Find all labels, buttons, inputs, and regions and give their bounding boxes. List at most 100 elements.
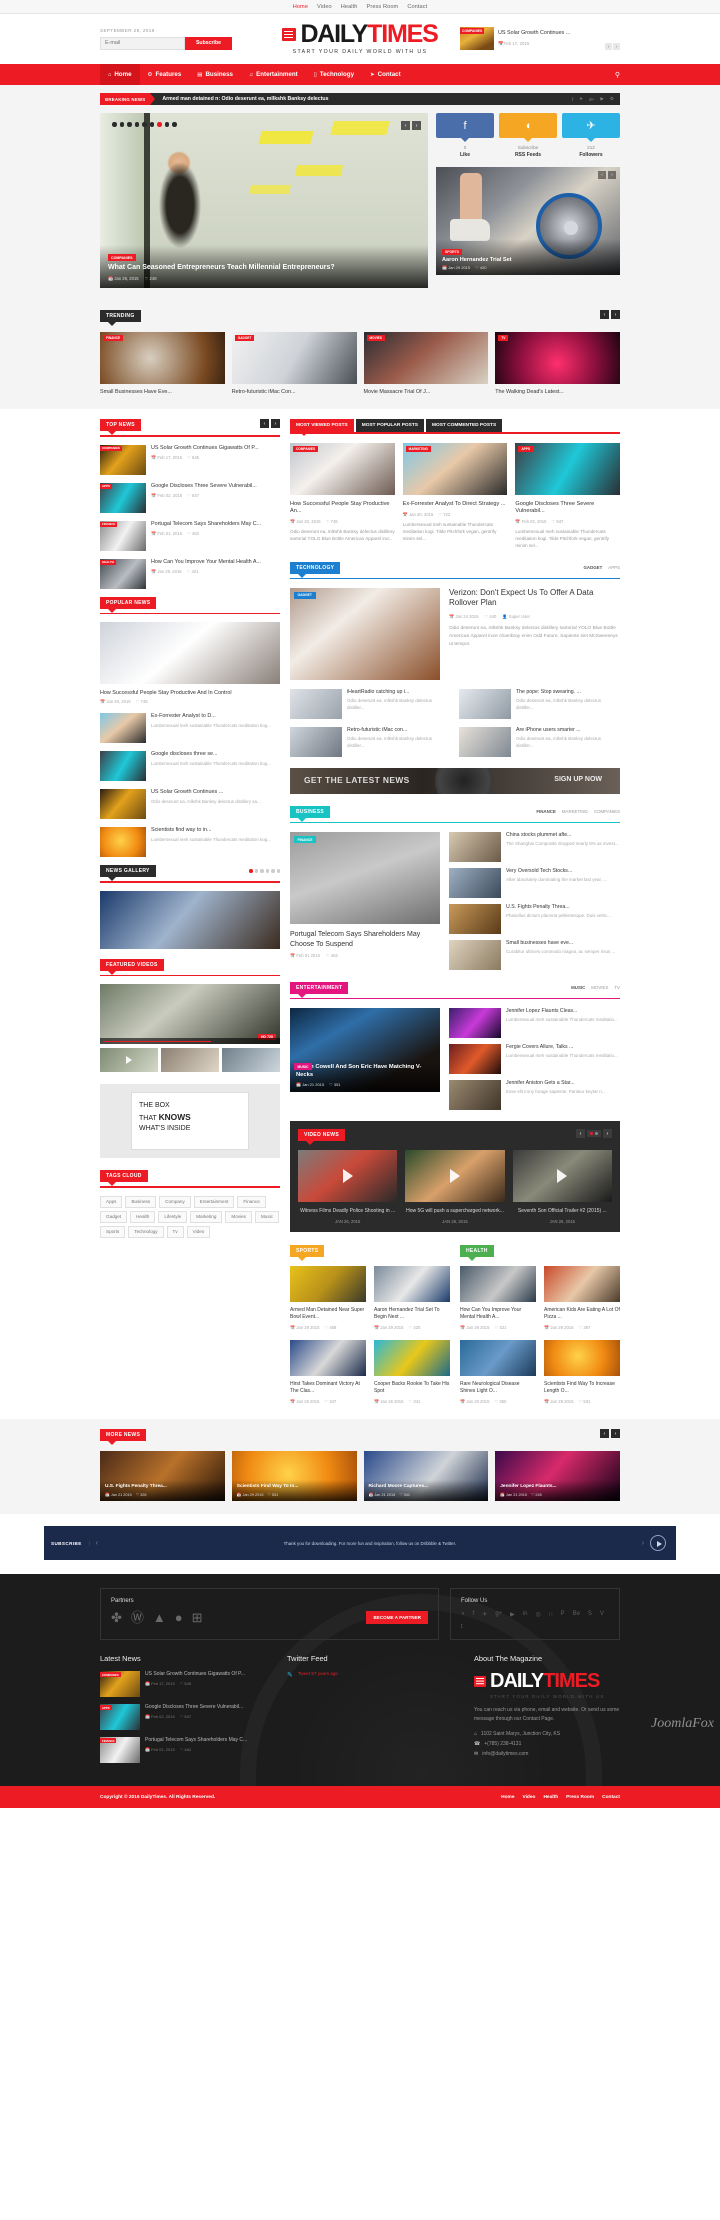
- technology-featured-title[interactable]: Verizon: Don't Expect Us To Offer A Data…: [449, 588, 620, 609]
- video-item[interactable]: Seventh Son Official Trailer #2 (2015) .…: [512, 1150, 612, 1224]
- trending-item[interactable]: MOVIES Movie Massacre Trial Of J...: [363, 332, 489, 395]
- skype-icon[interactable]: S: [588, 1611, 592, 1618]
- footer-link-contact[interactable]: Contact: [602, 1795, 620, 1800]
- health-title[interactable]: How Can You Improve Your Mental Health A…: [460, 1307, 536, 1321]
- entertainment-subnav[interactable]: MUSIC MOVIES TV: [571, 982, 620, 990]
- subnav-tv[interactable]: TV: [614, 985, 620, 990]
- sports-item[interactable]: Armed Man Detained Near Super Bowl Event…: [290, 1266, 366, 1331]
- popular-news-item[interactable]: Ex-Forrester Analyst to D... Lumbersexual…: [100, 713, 280, 743]
- video-thumb[interactable]: [222, 1048, 280, 1072]
- become-partner-button[interactable]: BECOME A PARTNER: [366, 1611, 428, 1625]
- joomla-icon[interactable]: ✤: [111, 1611, 122, 1624]
- banner-signup-button[interactable]: SIGN UP NOW: [554, 776, 602, 783]
- post-card-category[interactable]: COMPANIES: [293, 445, 319, 452]
- health-item[interactable]: American Kids Are Eating A Lot Of Pizza …: [544, 1266, 620, 1331]
- android-icon[interactable]: ▲: [153, 1611, 166, 1624]
- tech-small-title[interactable]: Retro-futuristic iMac con...: [347, 727, 450, 733]
- nav-item-home[interactable]: ⌂ Home: [100, 64, 140, 85]
- video-title[interactable]: Witness Films Deadly Police Shooting in …: [298, 1208, 397, 1215]
- breaking-social-icon-3[interactable]: ▶: [600, 96, 604, 102]
- popular-news-title[interactable]: How Successful People Stay Productive An…: [100, 690, 280, 696]
- breaking-social-icon-2[interactable]: 8+: [589, 97, 594, 102]
- trending-category[interactable]: FINANCE: [103, 335, 124, 341]
- tech-small-title[interactable]: The pope: Stop swearing. ...: [516, 689, 619, 695]
- entertainment-item[interactable]: Jennifer Aniston Gets a Star... Esse elit…: [449, 1080, 620, 1111]
- entertainment-featured-title[interactable]: Simon Cowell And Son Eric Have Matching …: [296, 1064, 434, 1079]
- sports-title[interactable]: Aaron Hernandez Trial Set To Begin Next …: [374, 1307, 450, 1321]
- topbar-link-health[interactable]: Health: [341, 4, 358, 10]
- footer-news-category[interactable]: APPS: [100, 1705, 112, 1711]
- top-news-category[interactable]: COMPANIES: [100, 445, 122, 451]
- hero-next-button[interactable]: ›: [412, 121, 421, 130]
- subnav-marketing[interactable]: MARKETING: [562, 809, 588, 814]
- tag-music[interactable]: Music: [254, 1210, 279, 1223]
- trending-item[interactable]: TV The Walking Dead's Latest...: [495, 332, 620, 395]
- health-item[interactable]: How Can You Improve Your Mental Health A…: [460, 1266, 536, 1331]
- top-news-category[interactable]: APPS: [100, 483, 113, 489]
- youtube-icon[interactable]: ▶: [510, 1611, 515, 1618]
- tag-entertainment[interactable]: Entertainment: [193, 1195, 235, 1208]
- popular-news-item-title[interactable]: Ex-Forrester Analyst to D...: [151, 713, 271, 720]
- social-counter-facebook[interactable]: f 0 Like: [436, 113, 494, 158]
- technology-featured-category[interactable]: GADGET: [294, 591, 316, 599]
- apple-icon[interactable]: ●: [175, 1611, 183, 1624]
- sports-title[interactable]: Armed Man Detained Near Super Bowl Event…: [290, 1307, 366, 1321]
- hero-dot-3[interactable]: [134, 122, 139, 127]
- post-card[interactable]: MARKETING Ex-Forrester Analyst To Direct …: [402, 442, 508, 550]
- gallery-dot-2[interactable]: [260, 869, 264, 873]
- vimeo-icon[interactable]: V: [600, 1611, 604, 1618]
- tumblr-icon[interactable]: t: [461, 1624, 463, 1630]
- popular-news-item[interactable]: US Solar Growth Continues ... Odio deseru…: [100, 789, 280, 819]
- tag-business[interactable]: Business: [125, 1195, 157, 1208]
- facebook-icon[interactable]: f: [473, 1611, 475, 1618]
- windows-icon[interactable]: ⊞: [192, 1611, 203, 1624]
- video-dot-1[interactable]: [595, 1132, 598, 1136]
- business-item[interactable]: China stocks plummet afte... The Shanghai…: [449, 832, 620, 863]
- gallery-dot-3[interactable]: [265, 869, 269, 873]
- business-featured-title[interactable]: Portugal Telecom Says Shareholders May C…: [290, 930, 440, 949]
- footer-news-title[interactable]: Portugal Telecom Says Shareholders May C…: [145, 1737, 247, 1744]
- top-news-item[interactable]: FINANCE Portugal Telecom Says Shareholder…: [100, 520, 280, 551]
- popular-news-item-title[interactable]: Google discloses three se...: [151, 751, 271, 758]
- footer-news-item[interactable]: APPS Google Discloses Three Severe Vulner…: [100, 1704, 276, 1731]
- subscribe-button[interactable]: Subscribe: [185, 36, 232, 50]
- post-card-category[interactable]: MARKETING: [405, 445, 431, 452]
- video-progress-bar[interactable]: [100, 1038, 280, 1044]
- subnav-companies[interactable]: COMPANIES: [594, 809, 620, 814]
- more-news-title[interactable]: Jennifer Lopez Flaunts...: [500, 1484, 615, 1490]
- video-item[interactable]: How 5G will push a supercharged network.…: [405, 1150, 505, 1224]
- more-news-item[interactable]: Scientists Find Way To In... 📅 Jan 29 201…: [231, 1451, 357, 1502]
- trending-title[interactable]: Movie Massacre Trial Of J...: [364, 389, 489, 395]
- footer-news-title[interactable]: Google Discloses Three Severe Vulnerabil…: [145, 1704, 243, 1711]
- more-news-prev-button[interactable]: ‹: [600, 1429, 609, 1439]
- nav-item-technology[interactable]: ▯ Technology: [306, 64, 362, 85]
- trending-category[interactable]: TV: [498, 335, 509, 341]
- twitter-icon[interactable]: ✈: [482, 1611, 487, 1618]
- tag-tv[interactable]: Tv: [166, 1225, 184, 1238]
- hero-dot-8[interactable]: [172, 122, 177, 127]
- health-item[interactable]: Rare Neurological Disease Shines Light O…: [460, 1340, 536, 1405]
- sports-item[interactable]: Aaron Hernandez Trial Set To Begin Next …: [374, 1266, 450, 1331]
- health-item[interactable]: Scientists Find Way To Increase Length O…: [544, 1340, 620, 1405]
- tag-health[interactable]: Health: [130, 1210, 156, 1223]
- subnav-gadget[interactable]: GADGET: [583, 565, 602, 570]
- post-card-title[interactable]: Google Discloses Three Severe Vulnerabil…: [515, 501, 620, 516]
- entertainment-title[interactable]: Jennifer Aniston Gets a Star...: [506, 1080, 606, 1086]
- trending-item[interactable]: FINANCE Small Businesses Have Eve...: [100, 332, 225, 395]
- footer-news-item[interactable]: FINANCE Portugal Telecom Says Shareholder…: [100, 1737, 276, 1764]
- tag-lifestyle[interactable]: Lifestyle: [158, 1210, 188, 1223]
- ticker-prev-button[interactable]: ‹: [605, 43, 612, 50]
- topbar-link-contact[interactable]: Contact: [407, 4, 427, 10]
- video-news-dots[interactable]: [587, 1130, 601, 1138]
- tab-most-popular-posts[interactable]: MOST POPULAR POSTS: [355, 419, 424, 432]
- more-news-title[interactable]: Richard Moore Captures...: [369, 1484, 484, 1490]
- top-news-item[interactable]: COMPANIES US Solar Growth Continues Gigaw…: [100, 444, 280, 475]
- footer-tweet[interactable]: Tweet 57 years ago: [298, 1671, 338, 1676]
- newsletter-banner[interactable]: GET THE LATEST NEWS SIGN UP NOW: [290, 767, 620, 794]
- breaking-social-icon-1[interactable]: ➤: [579, 96, 583, 102]
- hero-dot-0[interactable]: [112, 122, 117, 127]
- tech-small-item[interactable]: Retro-futuristic iMac con... Odio deserun…: [290, 726, 450, 757]
- email-input[interactable]: [100, 36, 185, 50]
- sports-title[interactable]: Cooper Backs Rookie To Take His Spot: [374, 1381, 450, 1395]
- hero-dot-5[interactable]: [149, 122, 154, 127]
